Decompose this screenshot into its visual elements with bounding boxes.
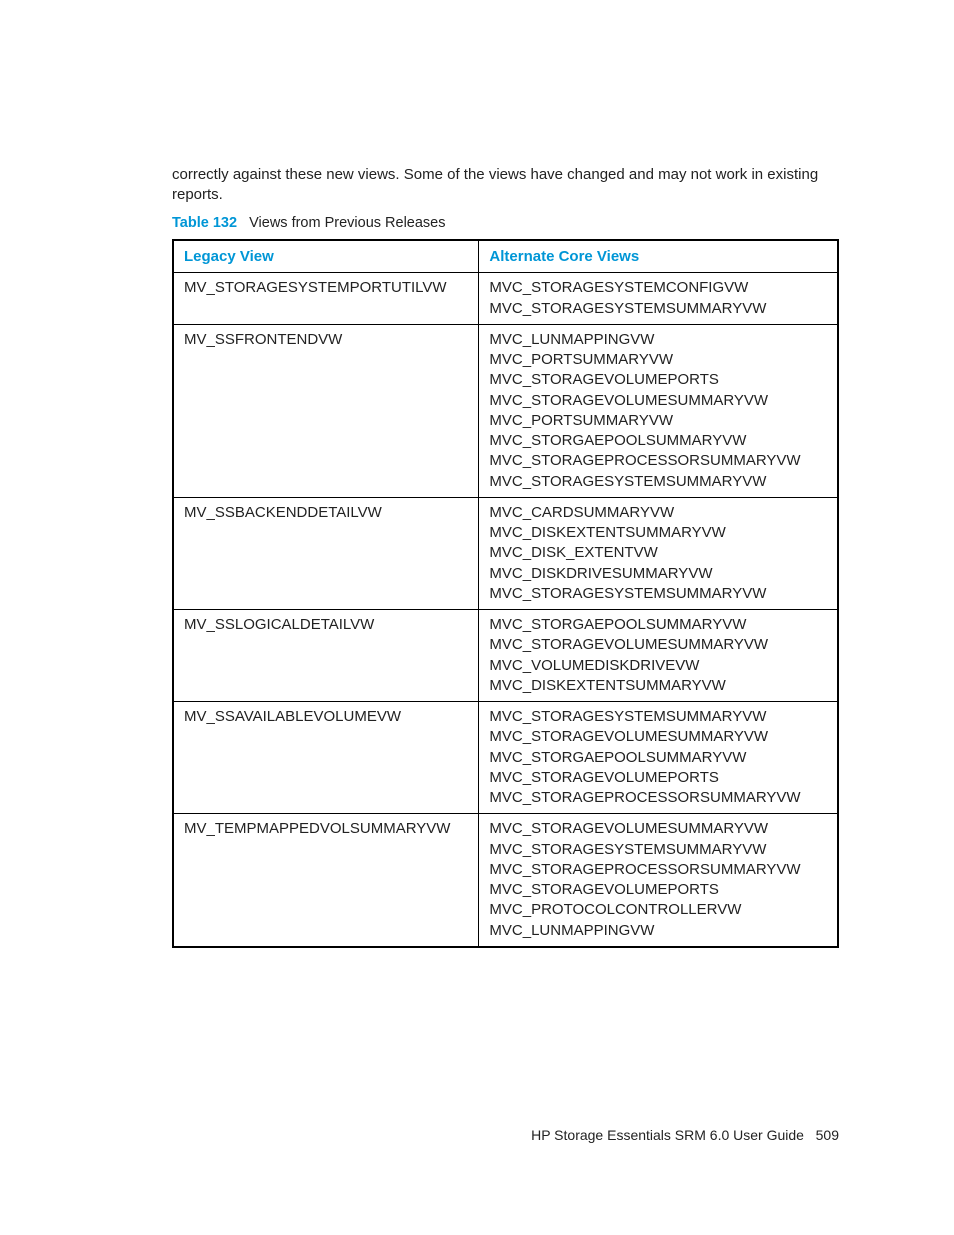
legacy-view-cell: MV_SSLOGICALDETAILVW bbox=[173, 610, 479, 702]
alternate-view-item: MVC_LUNMAPPINGVW bbox=[489, 330, 827, 350]
column-header-alternate: Alternate Core Views bbox=[479, 240, 838, 273]
alternate-view-item: MVC_STORAGEVOLUMESUMMARYVW bbox=[489, 391, 827, 411]
legacy-view-cell: MV_TEMPMAPPEDVOLSUMMARYVW bbox=[173, 814, 479, 947]
legacy-view-cell: MV_SSBACKENDDETAILVW bbox=[173, 497, 479, 609]
alternate-view-item: MVC_STORAGEVOLUMEPORTS bbox=[489, 768, 827, 788]
alternate-view-item: MVC_STORAGEPROCESSORSUMMARYVW bbox=[489, 860, 827, 880]
alternate-view-item: MVC_STORAGEVOLUMESUMMARYVW bbox=[489, 635, 827, 655]
alternate-view-item: MVC_STORAGEVOLUMEPORTS bbox=[489, 370, 827, 390]
alternate-view-item: MVC_DISK_EXTENTVW bbox=[489, 543, 827, 563]
alternate-view-item: MVC_CARDSUMMARYVW bbox=[489, 503, 827, 523]
alternate-views-cell: MVC_STORAGESYSTEMSUMMARYVWMVC_STORAGEVOL… bbox=[479, 702, 838, 814]
alternate-view-item: MVC_STORAGESYSTEMSUMMARYVW bbox=[489, 840, 827, 860]
footer-title: HP Storage Essentials SRM 6.0 User Guide bbox=[531, 1127, 804, 1143]
alternate-view-item: MVC_STORGAEPOOLSUMMARYVW bbox=[489, 615, 827, 635]
alternate-views-cell: MVC_LUNMAPPINGVWMVC_PORTSUMMARYVWMVC_STO… bbox=[479, 324, 838, 497]
alternate-view-item: MVC_VOLUMEDISKDRIVEVW bbox=[489, 656, 827, 676]
table-row: MV_STORAGESYSTEMPORTUTILVWMVC_STORAGESYS… bbox=[173, 273, 838, 325]
alternate-views-cell: MVC_CARDSUMMARYVWMVC_DISKEXTENTSUMMARYVW… bbox=[479, 497, 838, 609]
alternate-view-item: MVC_PROTOCOLCONTROLLERVW bbox=[489, 900, 827, 920]
table-row: MV_TEMPMAPPEDVOLSUMMARYVWMVC_STORAGEVOLU… bbox=[173, 814, 838, 947]
alternate-views-cell: MVC_STORGAEPOOLSUMMARYVWMVC_STORAGEVOLUM… bbox=[479, 610, 838, 702]
alternate-view-item: MVC_STORAGESYSTEMSUMMARYVW bbox=[489, 299, 827, 319]
alternate-view-item: MVC_STORAGESYSTEMCONFIGVW bbox=[489, 278, 827, 298]
table-number: Table 132 bbox=[172, 215, 237, 231]
alternate-view-item: MVC_STORAGESYSTEMSUMMARYVW bbox=[489, 472, 827, 492]
alternate-view-item: MVC_STORAGEVOLUMESUMMARYVW bbox=[489, 727, 827, 747]
alternate-views-cell: MVC_STORAGESYSTEMCONFIGVWMVC_STORAGESYST… bbox=[479, 273, 838, 325]
alternate-view-item: MVC_DISKEXTENTSUMMARYVW bbox=[489, 676, 827, 696]
table-row: MV_SSFRONTENDVWMVC_LUNMAPPINGVWMVC_PORTS… bbox=[173, 324, 838, 497]
views-table: Legacy View Alternate Core Views MV_STOR… bbox=[172, 239, 839, 948]
alternate-views-cell: MVC_STORAGEVOLUMESUMMARYVWMVC_STORAGESYS… bbox=[479, 814, 838, 947]
table-row: MV_SSLOGICALDETAILVWMVC_STORGAEPOOLSUMMA… bbox=[173, 610, 838, 702]
legacy-view-cell: MV_STORAGESYSTEMPORTUTILVW bbox=[173, 273, 479, 325]
table-caption-text: Views from Previous Releases bbox=[249, 215, 445, 231]
footer-page-number: 509 bbox=[816, 1127, 839, 1143]
alternate-view-item: MVC_STORAGESYSTEMSUMMARYVW bbox=[489, 707, 827, 727]
alternate-view-item: MVC_STORAGEPROCESSORSUMMARYVW bbox=[489, 451, 827, 471]
alternate-view-item: MVC_PORTSUMMARYVW bbox=[489, 350, 827, 370]
alternate-view-item: MVC_PORTSUMMARYVW bbox=[489, 411, 827, 431]
table-row: MV_SSAVAILABLEVOLUMEVWMVC_STORAGESYSTEMS… bbox=[173, 702, 838, 814]
table-row: MV_SSBACKENDDETAILVWMVC_CARDSUMMARYVWMVC… bbox=[173, 497, 838, 609]
page-footer: HP Storage Essentials SRM 6.0 User Guide… bbox=[531, 1126, 839, 1145]
legacy-view-cell: MV_SSFRONTENDVW bbox=[173, 324, 479, 497]
alternate-view-item: MVC_DISKEXTENTSUMMARYVW bbox=[489, 523, 827, 543]
legacy-view-cell: MV_SSAVAILABLEVOLUMEVW bbox=[173, 702, 479, 814]
alternate-view-item: MVC_STORAGEVOLUMEPORTS bbox=[489, 880, 827, 900]
alternate-view-item: MVC_STORAGEPROCESSORSUMMARYVW bbox=[489, 788, 827, 808]
intro-paragraph: correctly against these new views. Some … bbox=[172, 165, 839, 206]
alternate-view-item: MVC_STORAGESYSTEMSUMMARYVW bbox=[489, 584, 827, 604]
alternate-view-item: MVC_DISKDRIVESUMMARYVW bbox=[489, 564, 827, 584]
alternate-view-item: MVC_STORGAEPOOLSUMMARYVW bbox=[489, 431, 827, 451]
column-header-legacy: Legacy View bbox=[173, 240, 479, 273]
alternate-view-item: MVC_STORGAEPOOLSUMMARYVW bbox=[489, 748, 827, 768]
alternate-view-item: MVC_STORAGEVOLUMESUMMARYVW bbox=[489, 819, 827, 839]
alternate-view-item: MVC_LUNMAPPINGVW bbox=[489, 921, 827, 941]
table-caption: Table 132 Views from Previous Releases bbox=[172, 214, 839, 234]
